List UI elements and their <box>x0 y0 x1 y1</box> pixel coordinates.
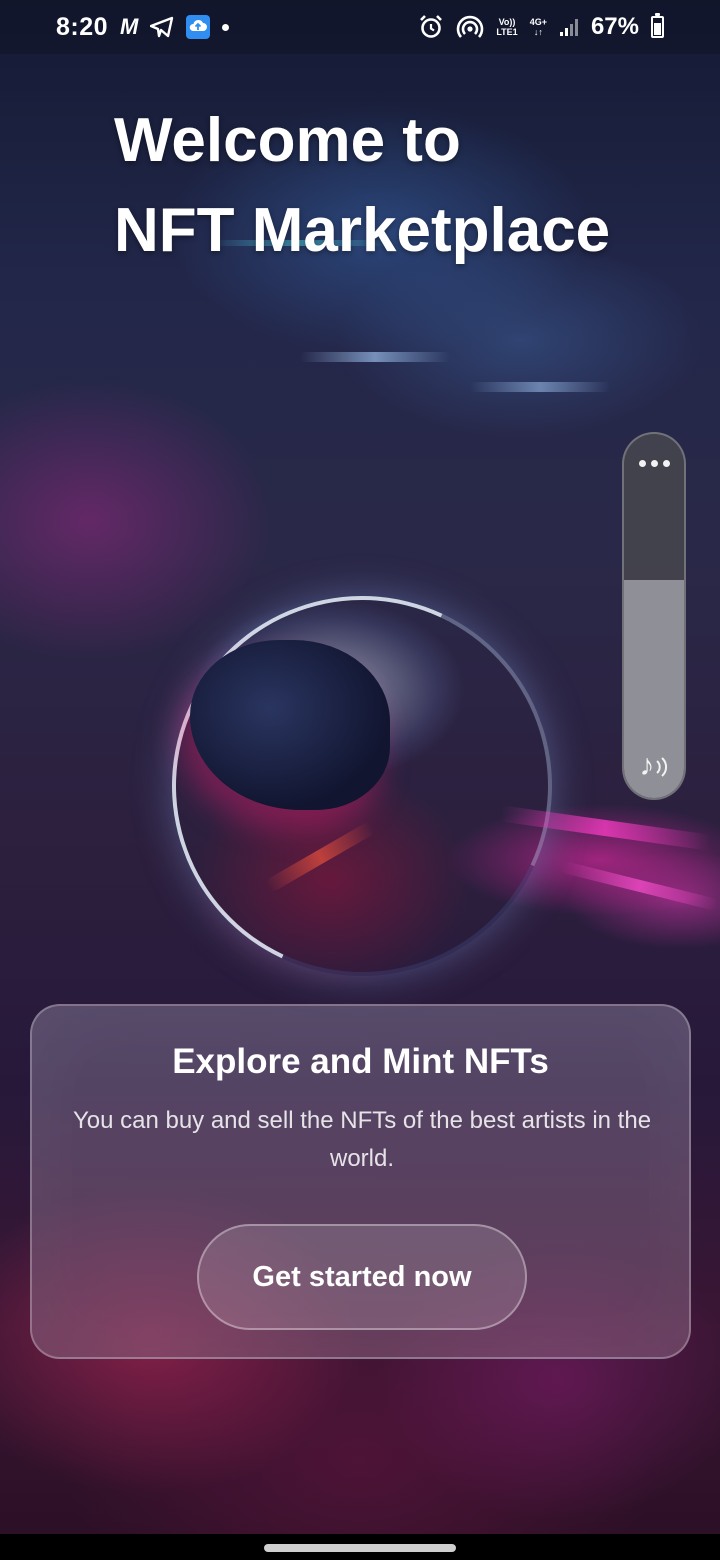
card-title: Explore and Mint NFTs <box>172 1042 549 1081</box>
battery-level <box>654 22 661 35</box>
lte-label: LTE1 <box>496 27 518 37</box>
status-bar-right: Vo)) LTE1 4G+ ↓↑ 67% <box>418 13 664 41</box>
telegram-icon <box>150 16 174 38</box>
home-gesture-bar[interactable] <box>264 1544 456 1552</box>
volte-icon: Vo)) LTE1 <box>496 17 517 37</box>
battery-percent: 67% <box>590 13 639 40</box>
cloud-upload-icon <box>186 15 211 39</box>
get-started-button[interactable]: Get started now <box>197 1224 527 1330</box>
welcome-heading-line1: Welcome to <box>114 106 461 175</box>
welcome-heading: Welcome to NFT Marketplace <box>114 96 674 276</box>
art-light-streak <box>470 382 610 392</box>
music-volume-icon[interactable]: ♪ <box>634 748 674 784</box>
clock: 8:20 <box>56 12 109 41</box>
volume-panel[interactable]: ♪ <box>622 432 686 800</box>
art-pink-streak <box>560 860 720 912</box>
screen: 8:20 M Vo)) LTE1 4G+ ↓↑ 67% Welcome to N… <box>0 0 720 1560</box>
status-bar-left: 8:20 M <box>56 12 230 42</box>
volte-label: Vo)) <box>498 17 516 27</box>
m-icon: M <box>120 14 139 39</box>
status-bar: 8:20 M Vo)) LTE1 4G+ ↓↑ 67% <box>0 0 720 54</box>
signal-icon <box>559 17 579 37</box>
welcome-heading-line2: NFT Marketplace <box>114 196 611 265</box>
art-light-streak <box>300 352 450 362</box>
net-type-label: 4G+ <box>529 17 547 27</box>
onboarding-card: Explore and Mint NFTs You can buy and se… <box>30 1004 691 1359</box>
battery-icon <box>651 13 664 38</box>
card-description: You can buy and sell the NFTs of the bes… <box>72 1107 652 1172</box>
more-dots-icon[interactable] <box>624 448 684 478</box>
music-note-glyph: ♪ <box>639 749 655 782</box>
data-arrows-label: ↓↑ <box>533 27 543 37</box>
alarm-icon <box>418 14 444 40</box>
4g-plus-icon: 4G+ ↓↑ <box>530 17 547 37</box>
navigation-bar <box>0 1534 720 1560</box>
hotspot-icon <box>456 14 484 40</box>
notification-dot-icon <box>222 23 230 31</box>
